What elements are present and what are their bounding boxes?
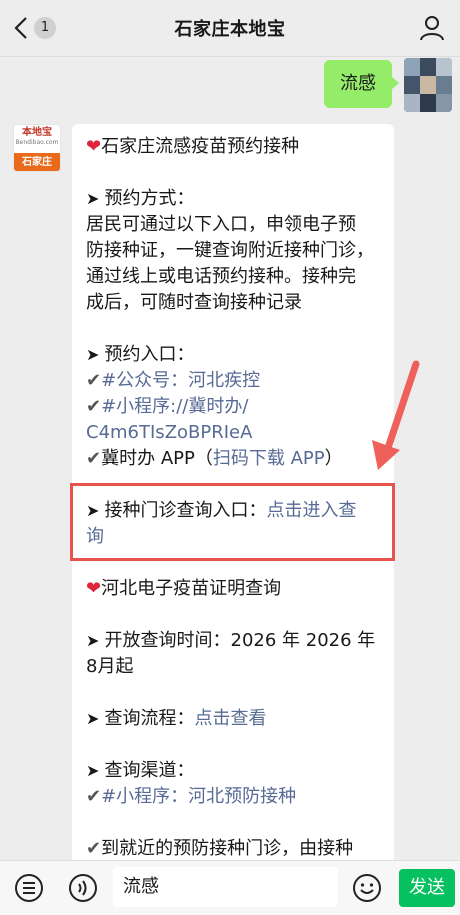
method-line: 居民可通过以下入口，申领电子预 bbox=[86, 214, 356, 235]
nav-bar: 1 石家庄本地宝 bbox=[0, 0, 460, 57]
entry-heading: 预约入口： bbox=[104, 344, 195, 365]
message-title: 石家庄流感疫苗预约接种 bbox=[101, 136, 300, 157]
user-avatar[interactable] bbox=[404, 58, 452, 112]
page-title: 石家庄本地宝 bbox=[174, 19, 286, 40]
send-button[interactable]: 发送 bbox=[399, 869, 455, 907]
logo-city: 石家庄 bbox=[14, 153, 60, 171]
vaccine-mini-program-link[interactable]: #小程序：河北预防接种 bbox=[101, 786, 296, 807]
arrow-bullet-icon: ➤ bbox=[86, 631, 105, 650]
check-icon: ✔ bbox=[86, 448, 102, 469]
check-icon: ✔ bbox=[86, 786, 102, 807]
check-icon: ✔ bbox=[86, 838, 102, 859]
channel-heading: 查询渠道： bbox=[104, 760, 195, 781]
heart-icon: ❤ bbox=[86, 578, 102, 599]
logo-text: 本地宝 bbox=[22, 127, 52, 138]
arrow-bullet-icon: ➤ bbox=[86, 709, 105, 728]
menu-icon[interactable] bbox=[14, 873, 44, 903]
method-line: 成后，可随时查询接种记录 bbox=[86, 292, 302, 313]
pointer-arrow-icon bbox=[372, 360, 420, 470]
method-line: 防接种证，一键查询附近接种门诊， bbox=[86, 240, 374, 261]
mosaic-avatar-image bbox=[404, 58, 452, 112]
process-label: 查询流程： bbox=[104, 708, 195, 729]
message-input[interactable]: 流感 bbox=[113, 867, 338, 907]
emoji-icon[interactable] bbox=[352, 873, 382, 903]
chat-input-bar: 流感 发送 bbox=[0, 860, 460, 915]
profile-button[interactable] bbox=[418, 14, 446, 42]
arrow-bullet-icon: ➤ bbox=[86, 345, 105, 364]
official-account-avatar[interactable]: 本地宝 Bendibao.com 石家庄 bbox=[13, 124, 61, 172]
outgoing-message[interactable]: 流感 bbox=[324, 60, 399, 108]
arrow-bullet-icon: ➤ bbox=[86, 761, 105, 780]
method-line: 通过线上或电话预约接种。接种完 bbox=[86, 266, 356, 287]
app-prefix: 冀时办 APP（ bbox=[101, 448, 213, 469]
open-time-line: 开放查询时间：2026 年 2026 年 bbox=[104, 630, 376, 651]
person-icon bbox=[420, 16, 444, 41]
download-app-link[interactable]: 扫码下载 APP bbox=[213, 448, 325, 469]
mini-program-link[interactable]: #小程序://冀时办/ bbox=[101, 396, 248, 417]
check-icon: ✔ bbox=[86, 370, 102, 391]
logo-subtext: Bendibao.com bbox=[15, 139, 59, 146]
voice-icon[interactable] bbox=[68, 873, 98, 903]
app-suffix: ） bbox=[324, 448, 343, 469]
arrow-bullet-icon: ➤ bbox=[86, 189, 105, 208]
last-line: 到就近的预防接种门诊，由接种 bbox=[101, 838, 354, 859]
public-account-link[interactable]: #公众号：河北疾控 bbox=[101, 370, 260, 391]
mini-program-link-cont[interactable]: C4m6TIsZoBPRIeA bbox=[86, 422, 252, 443]
highlight-box bbox=[70, 483, 395, 561]
open-time-line-cont: 8月起 bbox=[86, 656, 134, 677]
cert-title: 河北电子疫苗证明查询 bbox=[101, 578, 282, 599]
heart-icon: ❤ bbox=[86, 136, 102, 157]
check-icon: ✔ bbox=[86, 396, 102, 417]
process-link[interactable]: 点击查看 bbox=[195, 708, 267, 729]
method-heading: 预约方式： bbox=[104, 188, 195, 209]
